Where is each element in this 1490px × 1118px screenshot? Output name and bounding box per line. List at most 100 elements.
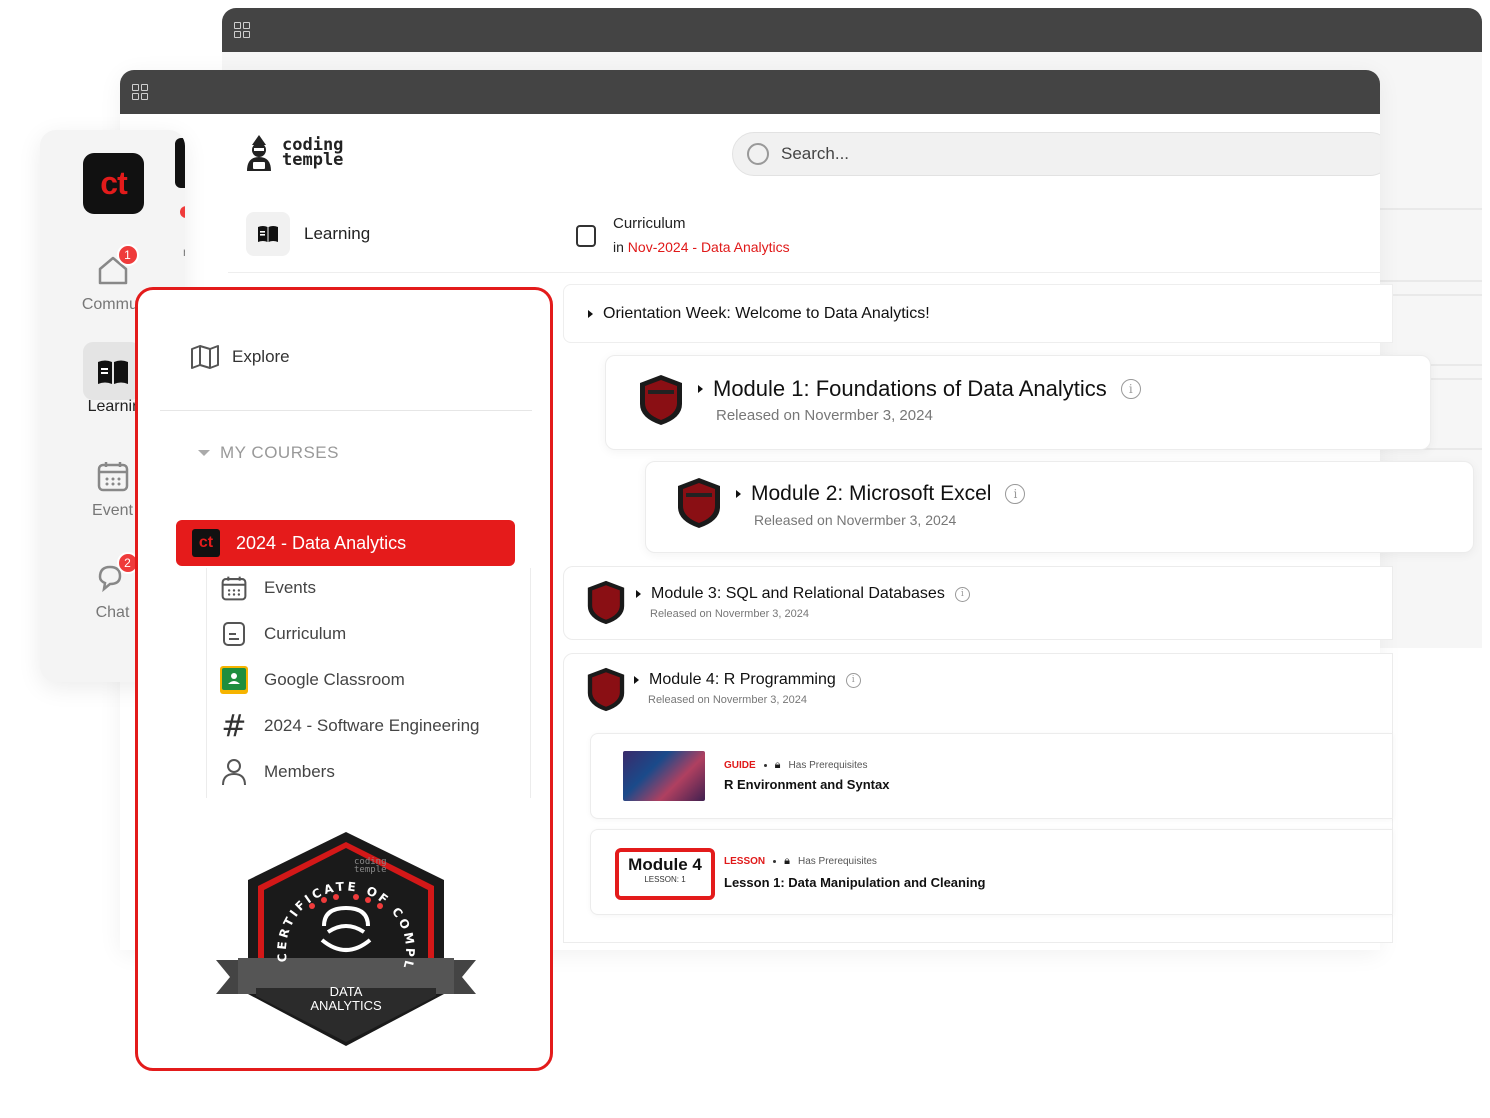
brand-line2: temple [282,150,344,170]
lesson-prerequisite: Has Prerequisites [788,760,868,771]
module-card[interactable]: Module 1: Foundations of Data Analytics … [605,355,1431,450]
module-title-text: Module 3: SQL and Relational Databases [651,585,945,602]
search-placeholder: Search... [781,144,850,163]
curriculum-course-link[interactable]: Nov-2024 - Data Analytics [628,239,790,255]
ct-logo-icon: ct [192,529,220,557]
module-title[interactable]: Module 4: R Programming i [634,671,861,689]
search-input[interactable]: Search... [732,132,1380,176]
module-title[interactable]: Module 2: Microsoft Excel i [736,482,1026,506]
lesson-title: R Environment and Syntax [724,777,890,792]
thumbnail-title: Module 4 [628,855,702,874]
ct-app-logo[interactable]: ct [83,153,144,214]
expand-caret-icon[interactable] [636,590,641,598]
certificate-line1: DATA [330,984,363,999]
module-card[interactable]: Module 2: Microsoft Excel i Released on … [645,461,1474,553]
course-sub-item-software-engineering[interactable]: # 2024 - Software Engineering [220,708,480,744]
explore-label: Explore [232,347,290,366]
info-icon[interactable]: i [845,672,861,688]
my-courses-label: MY COURSES [220,443,339,462]
my-courses-toggle[interactable]: MY COURSES [198,443,339,463]
certificate-badge: CERTIFICATE OF COMPLETION coding temple … [216,828,476,1046]
lock-icon: 🔒︎ [784,855,790,867]
lesson-title: Lesson 1: Data Manipulation and Cleaning [724,875,986,890]
curriculum-title: Curriculum [613,215,686,232]
document-icon [576,225,596,247]
coding-temple-mascot-icon [247,135,271,171]
expand-caret-icon[interactable] [634,676,639,684]
apps-grid-icon[interactable] [234,22,250,38]
map-icon [191,345,219,369]
lesson-card[interactable]: GUIDE 🔒︎ Has Prerequisites R Environment… [590,733,1393,819]
module-title[interactable]: Module 3: SQL and Relational Databases i [636,585,970,603]
info-icon[interactable]: i [954,586,970,602]
calendar-icon [93,456,133,496]
module-title[interactable]: Module 1: Foundations of Data Analytics … [698,376,1141,402]
expand-caret-icon[interactable] [736,490,741,498]
curriculum-subtitle: in Nov-2024 - Data Analytics [613,239,790,255]
apps-grid-icon[interactable] [132,84,148,100]
module-title-text: Module 1: Foundations of Data Analytics [713,376,1107,401]
course-item-data-analytics[interactable]: ct 2024 - Data Analytics [176,520,515,566]
course-sub-item-curriculum[interactable]: Curriculum [220,620,346,648]
orientation-week-label: Orientation Week: Welcome to Data Analyt… [603,304,930,322]
module-release-date: Released on Novermber 3, 2024 [650,608,809,620]
dock-logo-shadow [175,138,185,188]
tree-line [206,568,207,798]
lock-icon: 🔒︎ [774,759,781,771]
lesson-card[interactable]: Module 4 LESSON: 1 LESSON 🔒︎ Has Prerequ… [590,829,1393,915]
module-release-date: Released on Novermber 3, 2024 [716,407,933,424]
explore-link[interactable]: Explore [190,344,290,370]
sub-item-label: Google Classroom [264,670,405,689]
calendar-icon [220,574,248,602]
chevron-down-icon [198,450,210,456]
curriculum-prefix: in [613,239,624,255]
divider [1362,280,1482,282]
expand-caret-icon[interactable] [588,309,593,318]
separator-dot [773,860,777,863]
course-sub-item-members[interactable]: Members [220,758,335,786]
sub-item-label: Events [264,578,316,597]
learning-tab-label: Learning [304,223,371,243]
book-icon [246,211,290,256]
module-badge-icon [587,580,625,625]
module-title-text: Module 2: Microsoft Excel [751,482,992,505]
curriculum-header: Curriculum in Nov-2024 - Data Analytics [552,195,1380,273]
module-badge-icon [587,667,625,712]
person-icon [220,758,248,786]
expand-caret-icon[interactable] [698,385,703,393]
lesson-thumbnail [623,751,705,801]
sub-item-label: 2024 - Software Engineering [264,716,480,735]
google-classroom-icon [220,666,248,694]
coding-temple-logo[interactable]: coding temple [244,133,343,173]
info-icon[interactable]: i [1005,484,1026,504]
lesson-kind: LESSON [724,856,766,867]
module-release-date: Released on Novermber 3, 2024 [754,512,957,528]
brand-name: coding temple [282,137,344,170]
tree-line [530,568,531,798]
module-card[interactable]: Module 3: SQL and Relational Databases i… [563,566,1393,640]
chat-icon: 2 [93,552,139,598]
course-label: 2024 - Data Analytics [236,532,407,553]
course-sub-item-events[interactable]: Events [220,574,316,602]
module-title-text: Module 4: R Programming [649,671,836,688]
book-icon [93,352,133,392]
lesson-thumbnail: Module 4 LESSON: 1 [615,848,715,900]
lesson-meta: LESSON 🔒︎ Has Prerequisites [724,855,877,868]
course-sub-item-google-classroom[interactable]: Google Classroom [220,666,405,694]
learning-tab[interactable]: Learning [228,195,552,273]
lesson-kind: GUIDE [724,760,756,771]
search-icon [747,143,769,165]
divider [160,410,532,411]
notification-badge: 1 [116,244,139,266]
module-badge-icon [640,375,682,425]
orientation-week-row[interactable]: Orientation Week: Welcome to Data Analyt… [563,284,1393,343]
info-icon[interactable]: i [1120,379,1141,399]
sub-item-label: Members [264,762,335,781]
separator-dot [763,764,767,767]
lesson-meta: GUIDE 🔒︎ Has Prerequisites [724,759,867,772]
learning-panel: Explore MY COURSES ct 2024 - Data Analyt… [135,287,553,1071]
main-window-titlebar [120,70,1380,114]
hash-icon: # [221,708,247,744]
home-icon: 1 [93,244,139,290]
module-badge-icon [678,478,720,528]
